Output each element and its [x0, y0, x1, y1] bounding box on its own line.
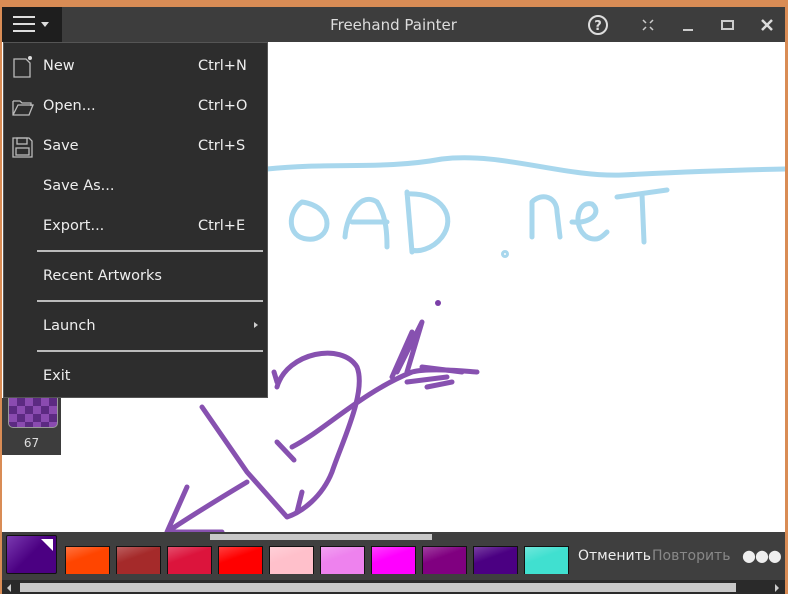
file-menu: New Ctrl+N Open... Ctrl+O Save Ctrl+S Sa… [3, 42, 268, 398]
menu-item-label: Open... [43, 98, 96, 114]
close-button[interactable] [755, 13, 779, 37]
title-bar: Freehand Painter ? [2, 7, 785, 42]
menu-item-label: Save [43, 138, 79, 154]
menu-item-save-as[interactable]: Save As... [4, 167, 267, 207]
shortcut-label: Ctrl+S [198, 138, 246, 154]
fullscreen-icon [642, 19, 654, 31]
minimize-button[interactable] [677, 13, 701, 37]
menu-item-label: Export... [43, 218, 105, 234]
menu-separator [37, 250, 263, 252]
redo-button[interactable]: Повторить [652, 548, 730, 564]
scroll-right-icon[interactable] [775, 584, 779, 592]
bottom-toolbar: Отменить Повторить ●●● [2, 532, 785, 594]
menu-item-launch[interactable]: Launch [4, 307, 267, 347]
help-button[interactable]: ? [586, 13, 610, 37]
shortcut-label: Ctrl+E [198, 218, 246, 234]
menu-item-exit[interactable]: Exit [4, 357, 267, 397]
window-title: Freehand Painter [330, 16, 457, 34]
color-swatch[interactable] [371, 546, 416, 574]
color-swatch[interactable] [320, 546, 365, 574]
color-swatch[interactable] [218, 546, 263, 574]
more-options-button[interactable]: ●●● [742, 546, 782, 565]
color-swatch[interactable] [116, 546, 161, 574]
svg-text:?: ? [594, 19, 602, 34]
scrollbar-thumb[interactable] [20, 583, 736, 592]
corner-indicator-icon [41, 539, 53, 551]
minimize-icon [683, 29, 693, 31]
color-swatch[interactable] [473, 546, 518, 574]
menu-item-save[interactable]: Save Ctrl+S [4, 127, 267, 167]
brush-preview[interactable] [8, 398, 58, 428]
menu-item-label: Launch [43, 318, 96, 334]
folder-open-icon [12, 100, 34, 116]
menu-item-open[interactable]: Open... Ctrl+O [4, 87, 267, 127]
menu-item-recent-artworks[interactable]: Recent Artworks [4, 257, 267, 297]
menu-item-export[interactable]: Export... Ctrl+E [4, 207, 267, 247]
color-swatch[interactable] [524, 546, 569, 574]
new-file-icon [13, 56, 32, 78]
scroll-left-icon[interactable] [7, 584, 11, 592]
close-icon [761, 19, 773, 31]
app-window: Freehand Painter ? New Ctrl+N Open... Ct… [2, 7, 788, 594]
horizontal-scrollbar[interactable] [2, 580, 785, 594]
undo-button[interactable]: Отменить [578, 548, 651, 564]
submenu-arrow-icon [254, 322, 258, 328]
brush-size: 67 [23, 436, 40, 450]
color-swatch[interactable] [65, 546, 110, 574]
palette-scrollbar[interactable] [210, 534, 432, 540]
floppy-save-icon [12, 137, 33, 158]
shortcut-label: Ctrl+N [198, 58, 247, 74]
menu-item-label: Recent Artworks [43, 268, 162, 284]
maximize-button[interactable] [716, 13, 740, 37]
color-swatch[interactable] [167, 546, 212, 574]
menu-item-new[interactable]: New Ctrl+N [4, 47, 267, 87]
current-color[interactable] [6, 535, 57, 574]
menu-separator [37, 300, 263, 302]
fullscreen-button[interactable] [636, 13, 660, 37]
help-icon: ? [588, 15, 608, 35]
brush-panel: 67 [2, 398, 61, 455]
menu-item-label: Exit [43, 368, 71, 384]
menu-item-label: New [43, 58, 75, 74]
color-swatch[interactable] [422, 546, 467, 574]
maximize-icon [721, 20, 734, 30]
shortcut-label: Ctrl+O [198, 98, 248, 114]
color-swatch[interactable] [269, 546, 314, 574]
menu-item-label: Save As... [43, 178, 115, 194]
menu-separator [37, 350, 263, 352]
